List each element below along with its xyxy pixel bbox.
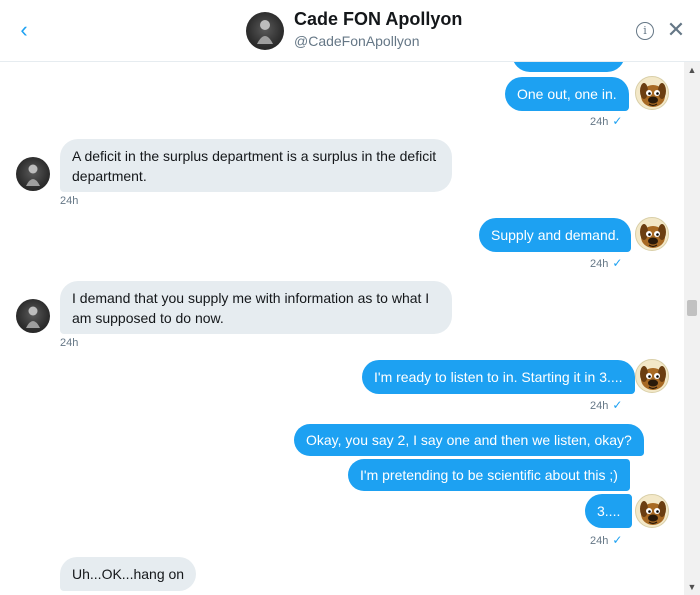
timestamp: 24h <box>60 337 79 349</box>
seen-check-icon: ✓ <box>612 114 623 128</box>
message-bubble-sent[interactable]: I'm ready to listen to in. Starting it i… <box>362 360 635 394</box>
dog-avatar[interactable] <box>635 217 669 251</box>
message-bubble-partial <box>512 62 625 72</box>
info-icon[interactable]: i <box>636 22 654 40</box>
back-arrow-icon[interactable]: ‹ <box>12 16 36 44</box>
dog-avatar[interactable] <box>635 359 669 393</box>
message-bubble-received[interactable]: Uh...OK...hang on <box>60 557 197 591</box>
scroll-down-arrow-icon[interactable]: ▼ <box>684 579 700 595</box>
message-text: I'm pretending to be scientific about th… <box>360 467 618 483</box>
dog-avatar[interactable] <box>635 76 669 110</box>
message-bubble-sent[interactable]: I'm pretending to be scientific about th… <box>348 459 630 491</box>
conversation-header: ‹ Cade FON Apollyon @CadeFonApollyon i ✕ <box>0 0 700 62</box>
message-meta: 24h ✓ <box>590 114 622 128</box>
timestamp: 24h <box>590 258 609 270</box>
contact-avatar[interactable] <box>246 12 284 50</box>
close-icon[interactable]: ✕ <box>666 18 686 42</box>
scroll-thumb[interactable] <box>687 300 697 316</box>
message-text: One out, one in. <box>517 86 617 102</box>
message-list: One out, one in. 24h ✓ A deficit in the s… <box>0 62 684 595</box>
seen-check-icon: ✓ <box>612 398 623 412</box>
message-text: Uh...OK...hang on <box>72 566 185 582</box>
message-text: Okay, you say 2, I say one and then we l… <box>306 432 632 448</box>
message-bubble-sent[interactable]: One out, one in. <box>505 77 629 111</box>
message-bubble-sent[interactable]: 3.... <box>585 494 633 528</box>
message-text: I'm ready to listen to in. Starting it i… <box>374 369 623 385</box>
timestamp: 24h <box>60 195 79 207</box>
message-text: A deficit in the surplus department is a… <box>72 148 437 184</box>
message-text: 3.... <box>597 503 621 519</box>
message-bubble-sent[interactable]: Okay, you say 2, I say one and then we l… <box>294 424 644 456</box>
message-text: Supply and demand. <box>491 227 620 243</box>
message-bubble-received[interactable]: I demand that you supply me with informa… <box>60 281 452 334</box>
scrollbar[interactable]: ▲ ▼ <box>684 62 700 595</box>
scroll-up-arrow-icon[interactable]: ▲ <box>684 62 700 78</box>
timestamp: 24h <box>590 400 609 412</box>
seen-check-icon: ✓ <box>612 533 623 547</box>
message-meta: 24h ✓ <box>590 256 622 270</box>
message-text: I demand that you supply me with informa… <box>72 290 430 326</box>
message-bubble-sent[interactable]: Supply and demand. <box>479 218 632 252</box>
message-bubble-received[interactable]: A deficit in the surplus department is a… <box>60 139 452 192</box>
seen-check-icon: ✓ <box>612 256 623 270</box>
contact-name[interactable]: Cade FON Apollyon <box>294 9 462 30</box>
contact-avatar-small[interactable] <box>16 299 50 333</box>
timestamp: 24h <box>590 535 609 547</box>
timestamp: 24h <box>590 116 609 128</box>
contact-avatar-small[interactable] <box>16 157 50 191</box>
contact-handle: @CadeFonApollyon <box>294 33 420 49</box>
message-meta: 24h ✓ <box>590 533 622 547</box>
message-meta: 24h ✓ <box>590 398 622 412</box>
dog-avatar[interactable] <box>635 494 669 528</box>
